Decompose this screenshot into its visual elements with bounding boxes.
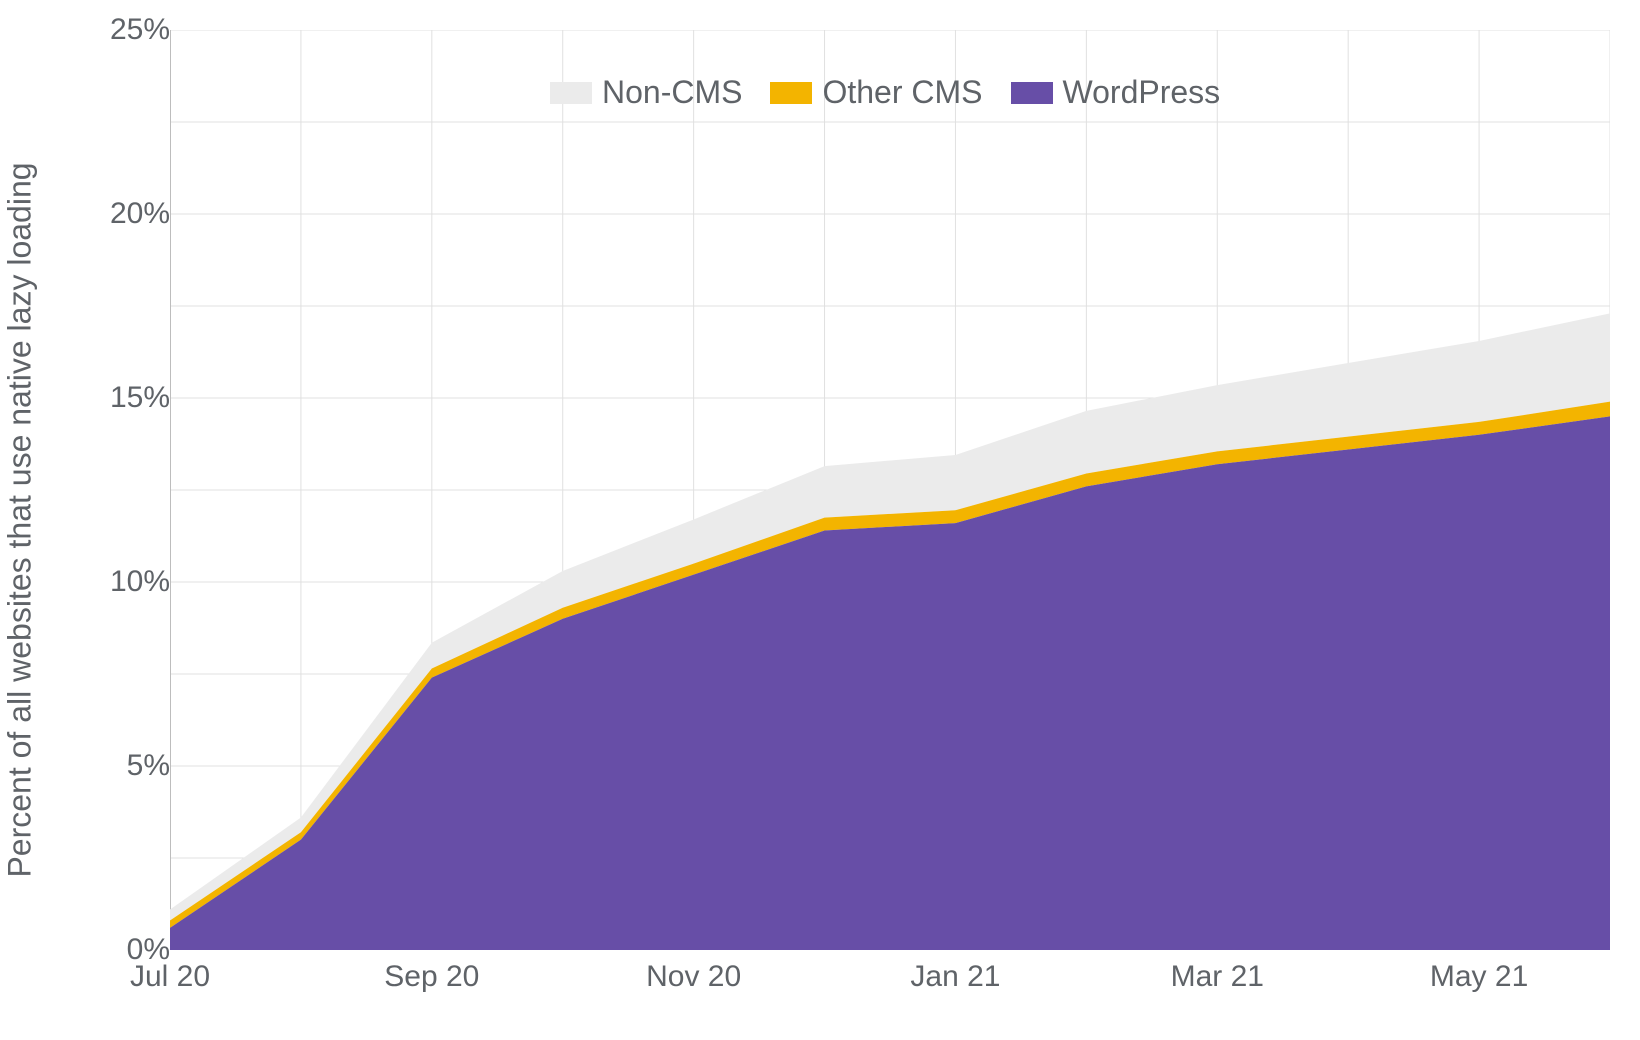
legend-item-othercms: Other CMS — [770, 74, 982, 111]
legend-label-wordpress: WordPress — [1063, 74, 1221, 111]
x-tick: Jan 21 — [910, 960, 1000, 994]
legend-item-noncms: Non-CMS — [550, 74, 742, 111]
legend-swatch-wordpress — [1011, 82, 1053, 104]
legend: Non-CMS Other CMS WordPress — [550, 74, 1220, 111]
x-tick: May 21 — [1430, 960, 1528, 994]
legend-label-othercms: Other CMS — [822, 74, 982, 111]
plot-area: Non-CMS Other CMS WordPress — [170, 30, 1610, 950]
y-axis-label: Percent of all websites that use native … — [2, 162, 39, 877]
chart-container: Percent of all websites that use native … — [0, 0, 1640, 1040]
plot-svg — [170, 30, 1610, 950]
y-tick: 20% — [110, 197, 170, 231]
x-tick: Jul 20 — [130, 960, 210, 994]
x-tick: Nov 20 — [646, 960, 741, 994]
x-tick-labels: Jul 20Sep 20Nov 20Jan 21Mar 21May 21 — [170, 960, 1610, 1020]
legend-label-noncms: Non-CMS — [602, 74, 742, 111]
y-tick: 25% — [110, 13, 170, 47]
x-tick: Mar 21 — [1171, 960, 1264, 994]
y-tick: 10% — [110, 565, 170, 599]
x-tick: Sep 20 — [384, 960, 479, 994]
y-tick: 15% — [110, 381, 170, 415]
legend-swatch-noncms — [550, 82, 592, 104]
legend-swatch-othercms — [770, 82, 812, 104]
y-tick-labels: 0%5%10%15%20%25% — [90, 30, 170, 950]
legend-item-wordpress: WordPress — [1011, 74, 1221, 111]
y-tick: 5% — [127, 749, 170, 783]
